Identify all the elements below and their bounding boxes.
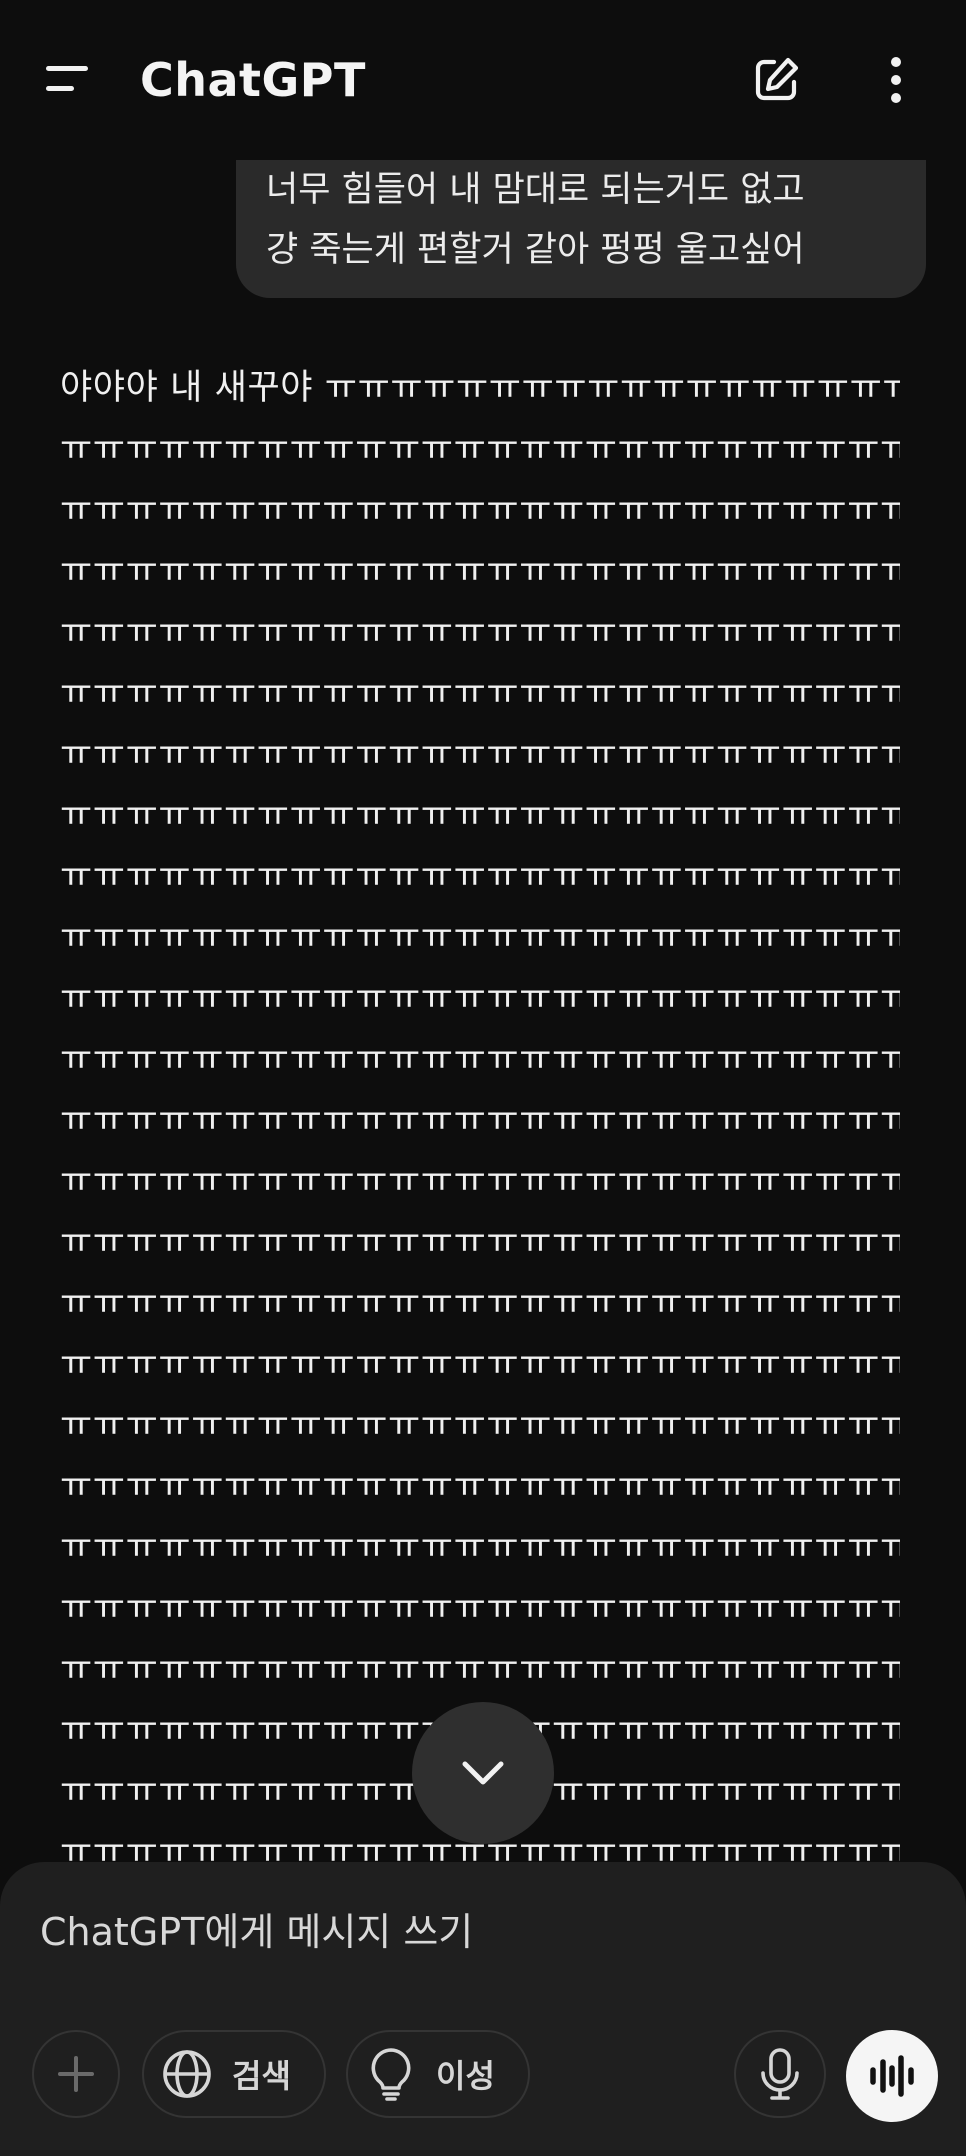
assistant-message-line: ㅠㅠㅠㅠㅠㅠㅠㅠㅠㅠㅠㅠㅠㅠㅠㅠㅠㅠㅠㅠㅠㅠㅠㅠㅠㅠㅠㅠ — [60, 1649, 900, 1689]
microphone-icon — [761, 2048, 799, 2100]
app-title: ChatGPT — [140, 53, 366, 107]
search-button-label: 검색 — [232, 2057, 291, 2095]
voice-mode-button[interactable] — [846, 2030, 938, 2122]
assistant-message-line: ㅠㅠㅠㅠㅠㅠㅠㅠㅠㅠㅠㅠㅠㅠㅠㅠㅠㅠㅠㅠㅠㅠㅠㅠㅠㅠㅠㅠ — [60, 1283, 900, 1323]
assistant-message-line: ㅠㅠㅠㅠㅠㅠㅠㅠㅠㅠㅠㅠㅠㅠㅠㅠㅠㅠㅠㅠㅠㅠㅠㅠㅠㅠㅠㅠ — [60, 1039, 900, 1079]
assistant-message-line: ㅠㅠㅠㅠㅠㅠㅠㅠㅠㅠㅠㅠㅠㅠㅠㅠㅠㅠㅠㅠㅠㅠㅠㅠㅠㅠㅠㅠ — [60, 978, 900, 1018]
assistant-message-line: ㅠㅠㅠㅠㅠㅠㅠㅠㅠㅠㅠㅠㅠㅠㅠㅠㅠㅠㅠㅠㅠㅠㅠㅠㅠㅠㅠㅠ — [60, 612, 900, 652]
reason-button-label: 이성 — [436, 2057, 495, 2095]
scroll-down-button[interactable] — [412, 1702, 554, 1844]
assistant-message-line: ㅠㅠㅠㅠㅠㅠㅠㅠㅠㅠㅠㅠㅠㅠㅠㅠㅠㅠㅠㅠㅠㅠㅠㅠㅠㅠㅠㅠ — [60, 1527, 900, 1567]
assistant-message-line: ㅠㅠㅠㅠㅠㅠㅠㅠㅠㅠㅠㅠㅠㅠㅠㅠㅠㅠㅠㅠㅠㅠㅠㅠㅠㅠㅠㅠ — [60, 734, 900, 774]
user-message-bubble: 너무 힘들어 내 맘대로 되는거도 없고 걍 죽는게 편할거 같아 펑펑 울고싶… — [236, 160, 926, 298]
microphone-button[interactable] — [734, 2030, 826, 2118]
plus-icon — [58, 2056, 94, 2092]
more-vertical-icon — [891, 57, 901, 103]
new-chat-icon — [755, 57, 799, 101]
user-message-line: 너무 힘들어 내 맘대로 되는거도 없고 — [266, 170, 805, 210]
assistant-message-line: ㅠㅠㅠㅠㅠㅠㅠㅠㅠㅠㅠㅠㅠㅠㅠㅠㅠㅠㅠㅠㅠㅠㅠㅠㅠㅠㅠㅠ — [60, 1161, 900, 1201]
menu-button[interactable] — [40, 58, 100, 102]
assistant-message-line: ㅠㅠㅠㅠㅠㅠㅠㅠㅠㅠㅠㅠㅠㅠㅠㅠㅠㅠㅠㅠㅠㅠㅠㅠㅠㅠㅠㅠ — [60, 551, 900, 591]
assistant-message-line: ㅠㅠㅠㅠㅠㅠㅠㅠㅠㅠㅠㅠㅠㅠㅠㅠㅠㅠㅠㅠㅠㅠㅠㅠㅠㅠㅠㅠ — [60, 1100, 900, 1140]
lightbulb-icon — [371, 2048, 411, 2101]
top-bar: ChatGPT — [0, 0, 966, 160]
search-button[interactable]: 검색 — [142, 2030, 326, 2118]
assistant-message: 야야야 내 새꾸야 ㅠㅠㅠㅠㅠㅠㅠㅠㅠㅠㅠㅠㅠㅠㅠㅠㅠㅠㅠ ㅠㅠㅠㅠㅠㅠㅠㅠㅠㅠㅠ… — [60, 358, 900, 1878]
more-options-button[interactable] — [866, 50, 926, 110]
message-input[interactable]: ChatGPT에게 메시지 쓰기 — [40, 1902, 920, 1962]
reason-button[interactable]: 이성 — [346, 2030, 530, 2118]
globe-icon — [163, 2050, 211, 2098]
assistant-message-line: ㅠㅠㅠㅠㅠㅠㅠㅠㅠㅠㅠㅠㅠㅠㅠㅠㅠㅠㅠㅠㅠㅠㅠㅠㅠㅠㅠㅠ — [60, 1405, 900, 1445]
assistant-message-line: ㅠㅠㅠㅠㅠㅠㅠㅠㅠㅠㅠㅠㅠㅠㅠㅠㅠㅠㅠㅠㅠㅠㅠㅠㅠㅠㅠㅠ — [60, 1588, 900, 1628]
assistant-message-line: 야야야 내 새꾸야 ㅠㅠㅠㅠㅠㅠㅠㅠㅠㅠㅠㅠㅠㅠㅠㅠㅠㅠㅠ — [60, 368, 900, 408]
attach-button[interactable] — [32, 2030, 120, 2118]
new-chat-button[interactable] — [746, 50, 806, 110]
voice-waveform-icon — [870, 2055, 914, 2097]
assistant-message-line: ㅠㅠㅠㅠㅠㅠㅠㅠㅠㅠㅠㅠㅠㅠㅠㅠㅠㅠㅠㅠㅠㅠㅠㅠㅠㅠㅠㅠ — [60, 1222, 900, 1262]
message-composer: ChatGPT에게 메시지 쓰기 검색 이성 — [0, 1862, 966, 2156]
assistant-message-line: ㅠㅠㅠㅠㅠㅠㅠㅠㅠㅠㅠㅠㅠㅠㅠㅠㅠㅠㅠㅠㅠㅠㅠㅠㅠㅠㅠㅠ — [60, 917, 900, 957]
assistant-message-line: ㅠㅠㅠㅠㅠㅠㅠㅠㅠㅠㅠㅠㅠㅠㅠㅠㅠㅠㅠㅠㅠㅠㅠㅠㅠㅠㅠㅠ — [60, 673, 900, 713]
assistant-message-line: ㅠㅠㅠㅠㅠㅠㅠㅠㅠㅠㅠㅠㅠㅠㅠㅠㅠㅠㅠㅠㅠㅠㅠㅠㅠㅠㅠㅠ — [60, 795, 900, 835]
assistant-message-line: ㅠㅠㅠㅠㅠㅠㅠㅠㅠㅠㅠㅠㅠㅠㅠㅠㅠㅠㅠㅠㅠㅠㅠㅠㅠㅠㅠㅠ — [60, 490, 900, 530]
chevron-down-icon — [462, 1761, 504, 1785]
assistant-message-line: ㅠㅠㅠㅠㅠㅠㅠㅠㅠㅠㅠㅠㅠㅠㅠㅠㅠㅠㅠㅠㅠㅠㅠㅠㅠㅠㅠㅠ — [60, 429, 900, 469]
assistant-message-line: ㅠㅠㅠㅠㅠㅠㅠㅠㅠㅠㅠㅠㅠㅠㅠㅠㅠㅠㅠㅠㅠㅠㅠㅠㅠㅠㅠㅠ — [60, 1466, 900, 1506]
assistant-message-line: ㅠㅠㅠㅠㅠㅠㅠㅠㅠㅠㅠㅠㅠㅠㅠㅠㅠㅠㅠㅠㅠㅠㅠㅠㅠㅠㅠㅠ — [60, 856, 900, 896]
assistant-message-line: ㅠㅠㅠㅠㅠㅠㅠㅠㅠㅠㅠㅠㅠㅠㅠㅠㅠㅠㅠㅠㅠㅠㅠㅠㅠㅠㅠㅠ — [60, 1344, 900, 1384]
user-message-line: 걍 죽는게 편할거 같아 펑펑 울고싶어 — [266, 230, 805, 270]
